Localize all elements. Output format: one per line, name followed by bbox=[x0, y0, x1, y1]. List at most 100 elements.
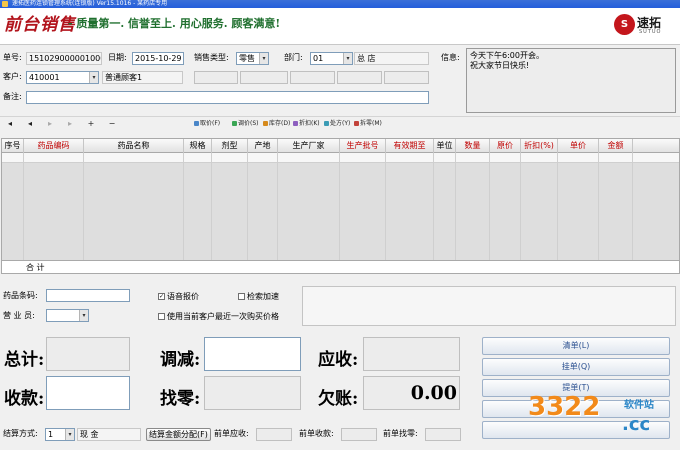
column-header[interactable]: 折扣(%) bbox=[521, 139, 558, 153]
module-title: 前台销售 bbox=[4, 15, 76, 35]
split-icon bbox=[354, 121, 359, 126]
prev-change-label: 前单找零: bbox=[383, 429, 418, 438]
grid-header: 序号 药品编码 药品名称 规格 剂型 产地 生产厂家 生产批号 有效期至 单位 数量 原价 折扣(%) 单… bbox=[2, 139, 679, 153]
slogan: - 质量第一. 信誉至上. 用心服务. 顾客满意! bbox=[68, 17, 281, 30]
column-header[interactable]: 药品编码 bbox=[24, 139, 84, 153]
column-divider bbox=[433, 153, 434, 273]
column-header[interactable]: 原价 bbox=[490, 139, 521, 153]
clear-order-button[interactable]: 清单(L) bbox=[482, 337, 670, 355]
column-header[interactable]: 金额 bbox=[599, 139, 633, 153]
settle-method-label: 结算方式: bbox=[3, 429, 38, 438]
app-icon bbox=[2, 1, 8, 7]
window-title: 速拓医药连锁管理系统(连锁版) Ver15.1016 - 某药店专用 bbox=[12, 0, 168, 7]
column-divider bbox=[277, 153, 278, 273]
toolbar-split-button[interactable]: 拆零(M) bbox=[354, 119, 382, 129]
hang-order-button[interactable]: 挂单(Q) bbox=[482, 358, 670, 376]
delete-row-button[interactable]: − bbox=[106, 118, 118, 130]
chevron-down-icon[interactable]: ▾ bbox=[89, 72, 98, 83]
column-divider bbox=[83, 153, 84, 273]
column-header[interactable]: 单位 bbox=[434, 139, 456, 153]
window-titlebar: 速拓医药连锁管理系统(连锁版) Ver15.1016 - 某药店专用 bbox=[0, 0, 680, 8]
column-header[interactable]: 单价 bbox=[558, 139, 599, 153]
column-divider bbox=[598, 153, 599, 273]
toolbar-adjust-button[interactable]: 调价(S) bbox=[232, 119, 259, 129]
column-header[interactable]: 生产批号 bbox=[340, 139, 386, 153]
received-input[interactable] bbox=[46, 376, 130, 410]
watermark-site: 软件站 bbox=[624, 400, 654, 411]
column-divider bbox=[183, 153, 184, 273]
next-record-button[interactable]: ▸ bbox=[44, 118, 56, 130]
prev-record-button[interactable]: ◂ bbox=[24, 118, 36, 130]
toolbar-price-button[interactable]: 取价(F) bbox=[194, 119, 220, 129]
grid-total-label: 合 计 bbox=[26, 263, 45, 272]
remark-field[interactable] bbox=[26, 91, 429, 104]
column-header[interactable]: 生产厂家 bbox=[278, 139, 340, 153]
toolbar-discount-button[interactable]: 折扣(K) bbox=[293, 119, 320, 129]
salesman-select[interactable]: ▾ bbox=[46, 309, 89, 322]
table-row[interactable] bbox=[2, 153, 679, 163]
prev-receivable-label: 前单应收: bbox=[214, 429, 249, 438]
salesman-label: 营 业 员: bbox=[3, 311, 35, 320]
column-divider bbox=[385, 153, 386, 273]
last-price-checkbox[interactable]: 使用当前客户最近一次购买价格 bbox=[158, 311, 279, 323]
toolbar-stock-button[interactable]: 库存(D) bbox=[263, 119, 290, 129]
column-header[interactable]: 有效期至 bbox=[386, 139, 434, 153]
add-row-button[interactable]: + bbox=[85, 118, 97, 130]
info-label: 信息: bbox=[441, 53, 460, 62]
order-no-label: 单号: bbox=[3, 53, 22, 62]
grid-footer: 合 计 bbox=[2, 260, 679, 273]
column-header[interactable]: 规格 bbox=[184, 139, 212, 153]
barcode-input[interactable] bbox=[46, 289, 130, 302]
search-accel-checkbox[interactable]: 检索加速 bbox=[238, 291, 279, 303]
first-record-button[interactable]: ◂ bbox=[4, 118, 16, 130]
customer-extra-4 bbox=[337, 71, 382, 84]
column-header[interactable]: 剂型 bbox=[212, 139, 248, 153]
checkbox-icon[interactable] bbox=[158, 313, 165, 320]
chevron-down-icon[interactable]: ▾ bbox=[79, 310, 88, 321]
customer-code: 410001 bbox=[29, 73, 60, 82]
checkbox-icon[interactable] bbox=[238, 293, 245, 300]
customer-code-field[interactable]: 410001 ▾ bbox=[26, 71, 99, 84]
adjust-icon bbox=[232, 121, 237, 126]
column-divider bbox=[489, 153, 490, 273]
column-divider bbox=[247, 153, 248, 273]
sale-type-label: 销售类型: bbox=[194, 53, 229, 62]
prev-receivable-value bbox=[256, 428, 292, 441]
settle-split-button[interactable]: 结算金额分配(F) bbox=[146, 428, 211, 441]
adjust-input[interactable] bbox=[204, 337, 301, 371]
barcode-label: 药品条码: bbox=[3, 291, 38, 300]
chevron-down-icon[interactable]: ▾ bbox=[259, 53, 268, 64]
last-record-button[interactable]: ▸ bbox=[64, 118, 76, 130]
customer-label: 客户: bbox=[3, 72, 22, 81]
discount-icon bbox=[293, 121, 298, 126]
grid-body[interactable] bbox=[2, 153, 679, 260]
customer-extra-1 bbox=[194, 71, 238, 84]
voice-price-checkbox[interactable]: ✓ 语音报价 bbox=[158, 291, 199, 303]
settle-method-select[interactable]: 1 ▾ bbox=[45, 428, 75, 441]
customer-extra-3 bbox=[290, 71, 335, 84]
sutuo-logo-icon: S bbox=[614, 14, 635, 35]
logo-subtext: SUTUO bbox=[639, 29, 662, 35]
chevron-down-icon[interactable]: ▾ bbox=[65, 429, 74, 440]
items-grid[interactable]: 序号 药品编码 药品名称 规格 剂型 产地 生产厂家 生产批号 有效期至 单位 数量 原价 折扣(%) 单… bbox=[1, 138, 680, 274]
dept-select[interactable]: 01 ▾ bbox=[310, 52, 353, 65]
prev-change-value bbox=[425, 428, 461, 441]
column-divider bbox=[557, 153, 558, 273]
settle-method-name: 现 金 bbox=[77, 428, 141, 441]
column-header[interactable]: 数量 bbox=[456, 139, 490, 153]
column-divider bbox=[455, 153, 456, 273]
change-label: 找零: bbox=[160, 389, 201, 409]
column-header[interactable]: 药品名称 bbox=[84, 139, 184, 153]
price-icon bbox=[194, 121, 199, 126]
chevron-down-icon[interactable]: ▾ bbox=[343, 53, 352, 64]
date-field[interactable]: 2015-10-29 bbox=[132, 52, 184, 65]
stock-icon bbox=[263, 121, 268, 126]
checkbox-checked-icon[interactable]: ✓ bbox=[158, 293, 165, 300]
sale-type-select[interactable]: 零售 ▾ bbox=[236, 52, 269, 65]
toolbar-prescription-button[interactable]: 处方(Y) bbox=[324, 119, 350, 129]
column-header[interactable]: 产地 bbox=[248, 139, 278, 153]
column-divider bbox=[23, 153, 24, 273]
customer-name: 普通顾客1 bbox=[102, 71, 183, 84]
column-header[interactable]: 序号 bbox=[2, 139, 24, 153]
prev-received-label: 前单收款: bbox=[299, 429, 334, 438]
